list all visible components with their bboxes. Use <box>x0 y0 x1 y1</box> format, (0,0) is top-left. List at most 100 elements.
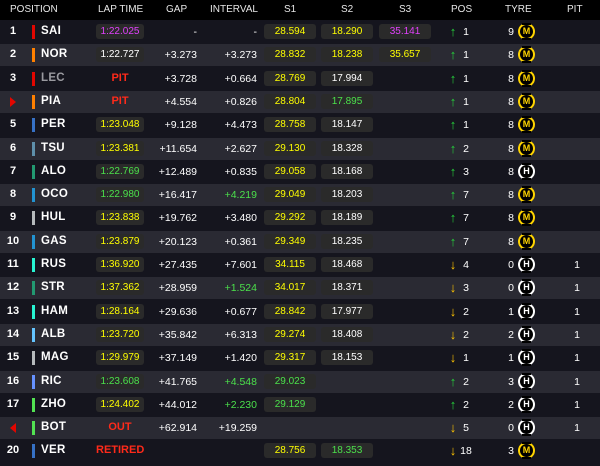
sector-3: 35.657 <box>379 47 431 63</box>
arrow-down-icon: ↓ <box>449 257 457 272</box>
position-change: 7 <box>463 189 469 202</box>
sector-1: 29.023 <box>264 373 316 389</box>
medium-tyre-icon: M <box>518 92 535 110</box>
row-position: 16 <box>6 374 20 387</box>
arrow-up-icon: ↑ <box>449 396 457 412</box>
lap-time: 1:22.769 <box>96 163 144 179</box>
row-position: 9 <box>9 211 17 224</box>
gap-value: +27.435 <box>158 259 197 271</box>
team-color-bar <box>32 304 35 319</box>
arrow-up-icon: ↑ <box>449 47 457 63</box>
sector-1: 28.758 <box>264 117 316 133</box>
gap-value: +37.149 <box>158 352 197 365</box>
arrow-down-icon: ↓ <box>449 303 457 319</box>
team-color-bar <box>32 281 35 296</box>
row-position: 2 <box>9 48 17 61</box>
lap-time: 1:22.727 <box>96 47 144 63</box>
gap-value: +9.128 <box>164 119 197 132</box>
row-position: 20 <box>6 444 20 457</box>
table-row[interactable]: 11 RUS 1:36.920 +27.435 +7.601 34.115 18.468 ↓ 4… <box>0 254 600 276</box>
sector-1: 34.115 <box>264 257 316 272</box>
table-row[interactable]: 17 ZHO 1:24.402 +44.012 +2.230 29.129 ↑ 2 2 H 1 <box>0 394 600 416</box>
hard-tyre-icon: H <box>518 256 535 273</box>
sector-1: 29.317 <box>264 350 316 366</box>
interval-value: +0.664 <box>224 72 257 85</box>
table-row[interactable]: 8 OCO 1:22.980 +16.417 +4.219 29.049 18.203 ↑ 7 8… <box>0 184 600 207</box>
tyre-laps: 8 <box>508 212 514 225</box>
table-row[interactable]: 6 TSU 1:23.381 +11.654 +2.627 29.130 18.328 ↑ 2 8… <box>0 137 600 160</box>
sector-2: 18.203 <box>321 187 373 203</box>
lap-time: 1:24.402 <box>96 396 144 412</box>
table-row[interactable]: 10 GAS 1:23.879 +20.123 +0.361 29.349 18.235 ↑ 7… <box>0 230 600 253</box>
interval-value: +3.480 <box>224 212 257 225</box>
driver-code: SAI <box>41 25 62 37</box>
lap-time: 1:23.720 <box>96 326 144 342</box>
position-change: 4 <box>463 259 469 271</box>
row-position: 12 <box>6 281 20 294</box>
lap-time: 1:28.164 <box>96 303 144 319</box>
arrow-down-icon: ↓ <box>449 350 457 366</box>
lap-time: 1:23.838 <box>96 210 144 226</box>
table-row[interactable]: BOT OUT +62.914 +19.259 ↓ 5 0 H 1 <box>0 417 600 440</box>
position-change: 2 <box>463 142 469 155</box>
tyre-laps: 8 <box>508 165 514 178</box>
row-position: 15 <box>6 351 20 364</box>
header-s2: S2 <box>341 4 354 15</box>
driver-code: MAG <box>41 351 69 364</box>
gap-value: +35.842 <box>158 328 197 341</box>
sector-2: 18.408 <box>321 326 373 342</box>
table-row[interactable]: 20 VER RETIRED 28.756 18.353 ↓ 18 3 M <box>0 440 600 462</box>
tyre-laps: 8 <box>508 72 514 85</box>
gap-value: +29.636 <box>158 305 197 318</box>
pit-count: 1 <box>574 305 580 318</box>
arrow-up-icon: ↑ <box>449 187 457 203</box>
sector-2: 18.153 <box>321 350 373 366</box>
arrow-down-icon: ↓ <box>449 420 457 436</box>
medium-tyre-icon: M <box>518 186 535 204</box>
table-row[interactable]: 9 HUL 1:23.838 +19.762 +3.480 29.292 18.189 ↑ 7 8… <box>0 207 600 229</box>
position-change: 2 <box>463 305 469 318</box>
sector-1: 28.842 <box>264 303 316 319</box>
table-row[interactable]: 1 SAI 1:22.025- -28.594 18.290 35.141 ↑ 1 9 M <box>0 21 600 43</box>
timing-table: POSITION LAP TIME GAP INTERVAL S1 S2 S3 … <box>0 0 600 466</box>
interval-value: +7.601 <box>224 259 257 271</box>
table-row[interactable]: 15 MAG 1:29.979 +37.149 +1.420 29.317 18.153 ↓ 1… <box>0 347 600 369</box>
driver-code: ALB <box>41 327 66 340</box>
hard-tyre-icon: H <box>518 279 535 297</box>
lap-time: RETIRED <box>96 444 145 457</box>
lap-time: 1:29.979 <box>96 350 144 366</box>
gap-value: +16.417 <box>158 189 197 202</box>
table-row[interactable]: 5 PER 1:23.048 +9.128 +4.473 28.758 18.147 ↑ 1 8 M <box>0 114 600 136</box>
team-color-bar <box>32 351 35 366</box>
table-row[interactable]: PIA PIT +4.554 +0.826 28.804 17.895 ↑ 1 8 M <box>0 90 600 113</box>
table-row[interactable]: 12 STR 1:37.362 +28.959 +1.524 34.017 18.371 ↓ 3… <box>0 277 600 300</box>
driver-code: HUL <box>41 211 66 224</box>
pit-count: 1 <box>574 375 580 388</box>
interval-value: +1.420 <box>224 352 257 365</box>
team-color-bar <box>32 48 35 63</box>
table-row[interactable]: 3 LEC PIT +3.728 +0.664 28.769 17.994 ↑ 1 8 M <box>0 68 600 90</box>
table-row[interactable]: 13 HAM 1:28.164 +29.636 +0.677 28.842 17.977 ↓ 2… <box>0 301 600 323</box>
table-row[interactable]: 16 RIC 1:23.608 +41.765 +4.548 29.023 ↑ 2 3 H 1 <box>0 370 600 393</box>
position-change: 1 <box>463 49 469 62</box>
header-lap-time: LAP TIME <box>98 4 144 15</box>
sector-1: 34.017 <box>264 280 316 296</box>
hard-tyre-icon: H <box>518 372 535 390</box>
sector-1: 28.756 <box>264 443 316 459</box>
header-position: POSITION <box>10 4 58 15</box>
team-color-bar <box>32 374 35 389</box>
driver-code: RUS <box>41 258 67 270</box>
header-gap: GAP <box>166 4 188 15</box>
table-row[interactable]: 7 ALO 1:22.769 +12.489 +0.835 29.058 18.168 ↑ 3 8… <box>0 161 600 183</box>
lap-time: 1:22.980 <box>96 187 144 203</box>
position-change: 1 <box>463 26 469 38</box>
gap-value: +11.654 <box>159 142 197 155</box>
tyre-laps: 1 <box>508 352 514 365</box>
medium-tyre-icon: M <box>518 139 535 157</box>
table-row[interactable]: 2 NOR 1:22.727 +3.273 +3.273 28.832 18.238 35.6… <box>0 44 600 67</box>
row-position: 1 <box>9 25 17 37</box>
table-row[interactable]: 14 ALB 1:23.720 +35.842 +6.313 29.274 18.408 ↓ 2… <box>0 323 600 346</box>
interval-value: +2.230 <box>224 398 257 411</box>
position-change: 18 <box>460 445 472 458</box>
sector-1: 28.832 <box>264 47 316 63</box>
